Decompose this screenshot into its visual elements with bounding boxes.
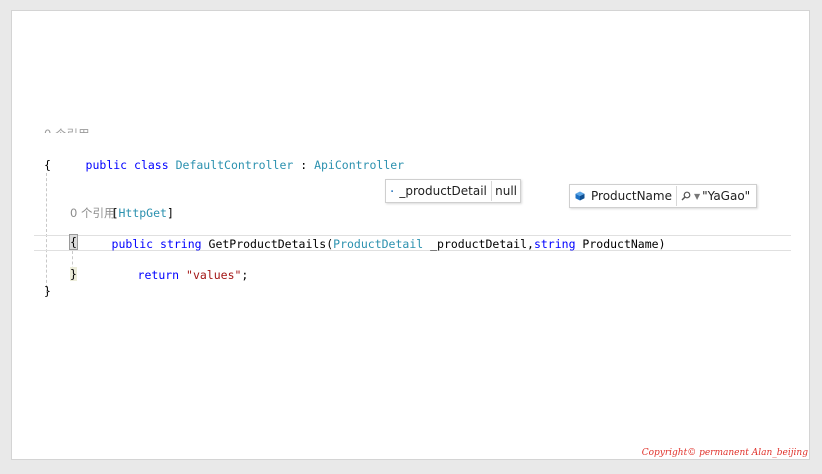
datatip-separator	[675, 186, 677, 206]
chevron-down-icon[interactable]: ▼	[694, 192, 700, 201]
base-class-name[interactable]: ApiController	[314, 158, 404, 172]
datatip-value[interactable]: null	[495, 184, 517, 198]
class-open-brace: {	[44, 158, 51, 172]
class-close-brace: }	[44, 284, 51, 298]
code-view[interactable]: 0 个引用 public class DefaultController : A…	[12, 11, 809, 459]
class-name[interactable]: DefaultController	[176, 158, 294, 172]
datatip-productdetail[interactable]: _productDetail null	[385, 179, 521, 203]
field-cube-icon	[391, 189, 394, 193]
param2-name[interactable]: ProductName)	[576, 237, 665, 251]
matched-brace-open: {	[69, 234, 78, 250]
copyright-watermark: Copyright© permanent Alan_beijing	[641, 448, 808, 458]
keyword-public: public	[85, 158, 128, 172]
datatip-name: ProductName	[591, 189, 672, 203]
codelens-reference-top[interactable]: 0 个引用	[44, 123, 89, 133]
string-literal: "values"	[186, 268, 242, 282]
semicolon-token: ;	[241, 268, 249, 282]
param2-type: string	[533, 237, 576, 251]
datatip-name: _productDetail	[399, 184, 487, 198]
codelens-reference-method[interactable]: 0 个引用	[70, 205, 115, 221]
keyword-public: public	[111, 237, 154, 251]
attribute-line: [HttpGet]	[70, 189, 174, 220]
method-open-brace: {	[69, 234, 78, 250]
return-statement-line: return "values";	[96, 251, 249, 282]
matched-brace-close: }	[70, 267, 77, 281]
datatip-value[interactable]: "YaGao"	[702, 189, 750, 203]
text-visualizer-button[interactable]	[681, 191, 691, 201]
field-cube-icon	[575, 191, 585, 201]
param1-name[interactable]: _productDetail,	[423, 237, 534, 251]
datatip-productname[interactable]: ProductName ▼ "YaGao"	[569, 184, 757, 208]
indent-guide-class	[46, 173, 47, 293]
attribute-close-bracket: ]	[166, 206, 174, 220]
keyword-class: class	[134, 158, 169, 172]
keyword-string: string	[160, 237, 202, 251]
attribute-name[interactable]: HttpGet	[118, 206, 166, 220]
method-name[interactable]: GetProductDetails	[209, 237, 327, 251]
keyword-return: return	[137, 268, 180, 282]
code-editor-panel: 0 个引用 public class DefaultController : A…	[11, 10, 810, 460]
method-signature-line: public string GetProductDetails(ProductD…	[70, 220, 666, 251]
class-declaration-line: public class DefaultController : ApiCont…	[44, 141, 405, 172]
magnifier-icon	[681, 191, 691, 201]
colon-token: :	[293, 158, 315, 172]
method-close-brace: }	[70, 266, 77, 282]
param1-type[interactable]: ProductDetail	[333, 237, 423, 251]
